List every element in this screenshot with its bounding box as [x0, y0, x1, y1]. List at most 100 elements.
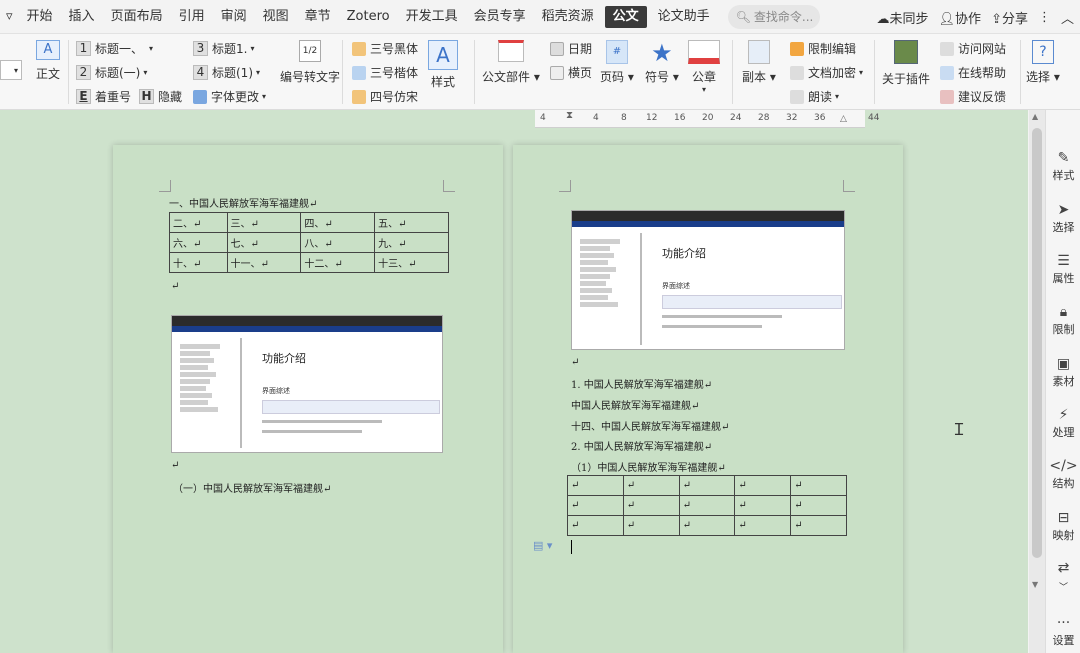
table-cell[interactable]: 八、↵	[300, 232, 376, 253]
table-cell[interactable]: 五、↵	[374, 212, 449, 233]
heading-two-button[interactable]: 2 标题(一) ▾	[76, 64, 147, 81]
scroll-up-icon[interactable]: ▲	[1032, 112, 1038, 121]
feedback-button[interactable]: 建议反馈	[940, 88, 1006, 105]
property-pane-button[interactable]: ☰ 属性	[1046, 253, 1080, 286]
paragraph-mark[interactable]: ↵	[171, 281, 179, 292]
table-cell[interactable]: ↵	[678, 475, 736, 496]
table-cell[interactable]: 十一、↵	[226, 252, 302, 273]
list-item[interactable]: 中国人民解放军海军福建舰↵	[571, 397, 699, 412]
table-cell[interactable]: 七、↵	[226, 232, 302, 253]
zhengwen-style-button[interactable]: A 正文	[36, 40, 60, 82]
menu-reference[interactable]: 引用	[171, 0, 213, 34]
table-cell[interactable]: ↵	[790, 515, 847, 536]
list-item[interactable]: 2. 中国人民解放军海军福建舰↵	[571, 438, 712, 453]
font-kaiti-button[interactable]: 三号楷体	[352, 64, 418, 81]
restrict-pane-button[interactable]: 🔒︎ 限制	[1046, 304, 1080, 337]
table-cell[interactable]: ↵	[567, 515, 624, 536]
scrollbar-thumb[interactable]	[1032, 128, 1042, 558]
list-item[interactable]: （1）中国人民解放军海军福建舰↵	[571, 459, 726, 474]
command-search[interactable]: 🔍︎ 查找命令...	[727, 4, 820, 29]
menu-member[interactable]: 会员专享	[466, 0, 534, 34]
font-heiti-button[interactable]: 三号黑体	[352, 40, 418, 57]
table-cell[interactable]: ↵	[678, 515, 736, 536]
paragraph-mark[interactable]: ↵	[571, 357, 579, 368]
table-cell[interactable]: ↵	[678, 495, 736, 516]
hide-button[interactable]: H 隐藏	[139, 88, 182, 105]
page-number-button[interactable]: # 页码 ▾	[600, 40, 634, 85]
table-cell[interactable]: 九、↵	[374, 232, 449, 253]
scroll-down-chevron-icon[interactable]: ﹀	[1046, 580, 1080, 593]
select-pane-button[interactable]: ➤ 选择	[1046, 202, 1080, 235]
menu-home[interactable]: 开始	[19, 0, 61, 34]
table-cell[interactable]: 四、↵	[300, 212, 376, 233]
style-dropdown[interactable]: ▾	[0, 60, 22, 80]
more-icon[interactable]: ⋮	[1038, 10, 1051, 25]
table-cell[interactable]: 三、↵	[226, 212, 302, 233]
table-cell[interactable]: ↵	[790, 475, 847, 496]
process-pane-button[interactable]: ⚡︎ 处理	[1046, 407, 1080, 440]
visit-site-button[interactable]: 访问网站	[940, 40, 1006, 57]
heading-text[interactable]: 一、中国人民解放军海军福建舰↵	[169, 195, 317, 210]
font-change-button[interactable]: 字体更改 ▾	[193, 88, 266, 105]
table-cell[interactable]: ↵	[734, 515, 792, 536]
menu-insert[interactable]: 插入	[61, 0, 103, 34]
document-page-2[interactable]: 功能介绍 界面综述 ↵ 1. 中国人民解放军海军福建舰↵ 中国人民解放军海军福建…	[513, 145, 903, 653]
material-pane-button[interactable]: ▣ 素材	[1046, 356, 1080, 389]
menu-paper[interactable]: 论文助手	[650, 0, 718, 34]
document-table[interactable]: 二、↵ 三、↵ 四、↵ 五、↵ 六、↵ 七、↵ 八、↵ 九、↵ 十、↵ 十一、↵…	[169, 212, 449, 273]
vertical-scrollbar[interactable]: ▲ ▼	[1029, 110, 1045, 653]
paste-options-icon[interactable]: ▤ ▾	[533, 539, 552, 552]
font-fangsong-button[interactable]: 四号仿宋	[352, 88, 418, 105]
gongwen-parts-button[interactable]: 公文部件 ▾	[482, 40, 540, 85]
restrict-edit-button[interactable]: 限制编辑	[790, 40, 856, 57]
symbol-button[interactable]: ★ 符号 ▾	[645, 40, 679, 85]
table-cell[interactable]: 十二、↵	[300, 252, 376, 273]
table-cell[interactable]: ↵	[734, 475, 792, 496]
table-cell[interactable]: ↵	[622, 495, 680, 516]
share-button[interactable]: ⇪分享	[991, 8, 1028, 27]
right-indent-marker-icon[interactable]: △	[840, 114, 847, 124]
encrypt-button[interactable]: 文档加密 ▾	[790, 64, 863, 81]
menu-view[interactable]: 视图	[255, 0, 297, 34]
table-cell[interactable]: 六、↵	[169, 232, 228, 253]
date-button[interactable]: 日期	[550, 40, 592, 57]
table-cell[interactable]: 二、↵	[169, 212, 228, 233]
emphasis-button[interactable]: E 着重号	[76, 88, 131, 105]
horizontal-ruler[interactable]: 4 ⧗ 4 8 12 16 20 24 28 32 36 △ 44	[535, 110, 879, 128]
menu-zotero[interactable]: Zotero	[339, 0, 398, 34]
table-cell[interactable]: 十三、↵	[374, 252, 449, 273]
indent-marker-icon[interactable]: ⧗	[566, 110, 573, 121]
menu-toggle-icon[interactable]: ▿	[0, 0, 19, 34]
select-button[interactable]: ? 选择 ▾	[1026, 40, 1060, 85]
embedded-screenshot[interactable]: 功能介绍 界面综述	[571, 210, 845, 350]
list-item[interactable]: 1. 中国人民解放军海军福建舰↵	[571, 376, 712, 391]
menu-chapter[interactable]: 章节	[297, 0, 339, 34]
table-cell[interactable]: ↵	[622, 515, 680, 536]
document-page-1[interactable]: 一、中国人民解放军海军福建舰↵ 二、↵ 三、↵ 四、↵ 五、↵ 六、↵ 七、↵ …	[113, 145, 503, 653]
online-help-button[interactable]: 在线帮助	[940, 64, 1006, 81]
number-to-text-button[interactable]: 1/2 编号转文字	[280, 40, 340, 85]
seal-button[interactable]: 公章 ▾	[688, 40, 720, 94]
styles-gallery-button[interactable]: A 样式	[428, 40, 458, 90]
paragraph-mark[interactable]: ↵	[171, 460, 179, 471]
translate-pane-button[interactable]: ⇄	[1046, 560, 1080, 577]
table-cell[interactable]: 十、↵	[169, 252, 228, 273]
list-item[interactable]: 十四、中国人民解放军海军福建舰↵	[571, 418, 729, 433]
menu-review[interactable]: 审阅	[213, 0, 255, 34]
scroll-down-icon[interactable]: ▼	[1032, 580, 1038, 589]
menu-docer[interactable]: 稻壳资源	[534, 0, 602, 34]
document-table[interactable]: ↵ ↵ ↵ ↵ ↵ ↵ ↵ ↵ ↵ ↵ ↵ ↵ ↵ ↵ ↵	[567, 475, 847, 536]
heading-one-button[interactable]: 1 标题一、 ▾	[76, 40, 153, 57]
title-three-button[interactable]: 3 标题1. ▾	[193, 40, 254, 57]
menu-gongwen[interactable]: 公文	[604, 5, 647, 28]
embedded-screenshot[interactable]: 功能介绍 界面综述	[171, 315, 443, 453]
style-pane-button[interactable]: ✎ 样式	[1046, 150, 1080, 183]
table-cell[interactable]: ↵	[790, 495, 847, 516]
menu-developer[interactable]: 开发工具	[398, 0, 466, 34]
structure-pane-button[interactable]: </> 结构	[1046, 458, 1080, 491]
mapping-pane-button[interactable]: ⊟ 映射	[1046, 510, 1080, 543]
table-cell[interactable]: ↵	[567, 475, 624, 496]
collapse-ribbon-icon[interactable]: ︿	[1061, 8, 1074, 27]
menu-layout[interactable]: 页面布局	[103, 0, 171, 34]
about-plugin-button[interactable]: 关于插件	[882, 40, 930, 87]
